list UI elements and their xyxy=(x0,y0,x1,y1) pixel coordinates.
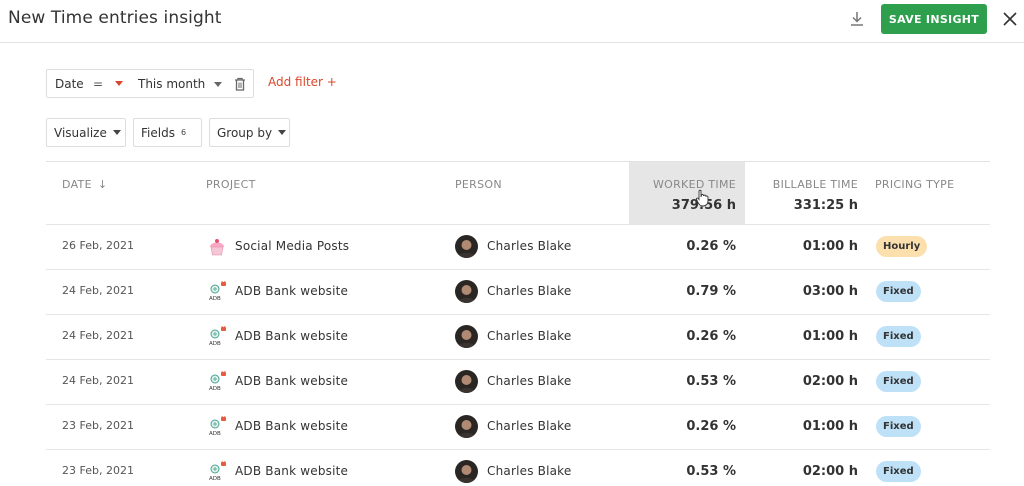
column-header-person[interactable]: PERSON xyxy=(455,178,502,191)
column-header-date[interactable]: DATE ↓ xyxy=(62,178,107,191)
row-worked-time: 0.53 % xyxy=(686,464,736,479)
download-icon[interactable] xyxy=(848,10,866,28)
row-person[interactable]: Charles Blake xyxy=(487,329,571,343)
column-header-pricing-type[interactable]: PRICING TYPE xyxy=(875,178,954,191)
row-worked-time: 0.26 % xyxy=(686,329,736,344)
close-icon[interactable] xyxy=(1000,9,1020,29)
avatar xyxy=(455,370,478,393)
table-row[interactable]: 23 Feb, 2021 ADB ADB Bank website Charle… xyxy=(46,404,990,449)
visualize-dropdown[interactable]: Visualize xyxy=(46,118,126,147)
row-project[interactable]: Social Media Posts xyxy=(235,239,349,253)
filter-operator[interactable]: = xyxy=(93,77,103,91)
row-project[interactable]: ADB Bank website xyxy=(235,284,348,298)
pricing-badge: Fixed xyxy=(876,281,921,302)
svg-text:ADB: ADB xyxy=(209,341,221,347)
table-row[interactable]: 26 Feb, 2021 Social Media Posts Charles … xyxy=(46,224,990,269)
row-billable-time: 01:00 h xyxy=(802,239,858,254)
page-title: New Time entries insight xyxy=(8,8,222,28)
filter-value[interactable]: This month xyxy=(138,77,205,91)
row-billable-time: 01:00 h xyxy=(802,329,858,344)
row-project[interactable]: ADB Bank website xyxy=(235,419,348,433)
row-worked-time: 0.53 % xyxy=(686,374,736,389)
add-filter-link[interactable]: Add filter + xyxy=(268,75,337,89)
pricing-badge: Hourly xyxy=(876,236,928,257)
row-date: 23 Feb, 2021 xyxy=(62,419,134,432)
cupcake-icon xyxy=(210,239,224,256)
table-row[interactable]: 24 Feb, 2021 ADB ADB Bank website Charle… xyxy=(46,269,990,314)
row-date: 24 Feb, 2021 xyxy=(62,374,134,387)
visualize-label: Visualize xyxy=(54,125,107,140)
row-project[interactable]: ADB Bank website xyxy=(235,374,348,388)
header-bar: New Time entries insight SAVE INSIGHT xyxy=(0,0,1024,43)
avatar xyxy=(455,460,478,483)
operator-caret-icon[interactable] xyxy=(115,81,123,86)
save-insight-button[interactable]: SAVE INSIGHT xyxy=(881,4,987,34)
row-billable-time: 02:00 h xyxy=(802,464,858,479)
svg-text:ADB: ADB xyxy=(209,296,221,302)
table-row[interactable]: 23 Feb, 2021 ADB ADB Bank website Charle… xyxy=(46,449,990,486)
trash-icon[interactable] xyxy=(233,76,247,92)
table-row[interactable]: 24 Feb, 2021 ADB ADB Bank website Charle… xyxy=(46,359,990,404)
svg-text:ADB: ADB xyxy=(209,431,221,437)
row-date: 24 Feb, 2021 xyxy=(62,284,134,297)
column-header-date-label: DATE xyxy=(62,178,92,191)
row-person[interactable]: Charles Blake xyxy=(487,374,571,388)
pricing-badge: Fixed xyxy=(876,461,921,482)
row-person[interactable]: Charles Blake xyxy=(487,464,571,478)
fields-button[interactable]: Fields 6 xyxy=(133,118,202,147)
fields-count: 6 xyxy=(180,128,187,137)
avatar xyxy=(455,235,478,258)
column-header-billable-time[interactable]: BILLABLE TIME xyxy=(773,178,858,191)
row-billable-time: 01:00 h xyxy=(802,419,858,434)
adb-logo-icon: ADB xyxy=(209,371,226,392)
avatar xyxy=(455,415,478,438)
group-by-dropdown[interactable]: Group by xyxy=(209,118,290,147)
svg-text:ADB: ADB xyxy=(209,386,221,392)
row-person[interactable]: Charles Blake xyxy=(487,239,571,253)
fields-label: Fields xyxy=(141,125,175,140)
column-header-project[interactable]: PROJECT xyxy=(206,178,256,191)
row-worked-time: 0.26 % xyxy=(686,239,736,254)
chevron-down-icon xyxy=(112,130,121,135)
row-project[interactable]: ADB Bank website xyxy=(235,464,348,478)
row-worked-time: 0.79 % xyxy=(686,284,736,299)
pricing-badge: Fixed xyxy=(876,326,921,347)
svg-text:ADB: ADB xyxy=(209,476,221,482)
row-person[interactable]: Charles Blake xyxy=(487,419,571,433)
table-divider xyxy=(46,161,990,162)
chevron-down-icon xyxy=(278,130,287,135)
adb-logo-icon: ADB xyxy=(209,461,226,482)
avatar xyxy=(455,325,478,348)
group-by-label: Group by xyxy=(217,125,273,140)
billable-time-total: 331:25 h xyxy=(793,198,858,213)
worked-time-column-highlight xyxy=(629,162,745,224)
row-date: 24 Feb, 2021 xyxy=(62,329,134,342)
pricing-badge: Fixed xyxy=(876,371,921,392)
adb-logo-icon: ADB xyxy=(209,416,226,437)
row-billable-time: 02:00 h xyxy=(802,374,858,389)
hand-cursor-icon xyxy=(695,189,709,207)
sort-down-icon: ↓ xyxy=(97,178,108,191)
adb-logo-icon: ADB xyxy=(209,281,226,302)
avatar xyxy=(455,280,478,303)
row-worked-time: 0.26 % xyxy=(686,419,736,434)
row-date: 26 Feb, 2021 xyxy=(62,239,134,252)
adb-logo-icon: ADB xyxy=(209,326,226,347)
row-billable-time: 03:00 h xyxy=(802,284,858,299)
row-date: 23 Feb, 2021 xyxy=(62,464,134,477)
row-project[interactable]: ADB Bank website xyxy=(235,329,348,343)
pricing-badge: Fixed xyxy=(876,416,921,437)
row-person[interactable]: Charles Blake xyxy=(487,284,571,298)
value-caret-icon[interactable] xyxy=(214,82,222,87)
filter-field[interactable]: Date xyxy=(55,77,84,91)
table-row[interactable]: 24 Feb, 2021 ADB ADB Bank website Charle… xyxy=(46,314,990,359)
date-filter: Date = This month xyxy=(46,69,254,98)
